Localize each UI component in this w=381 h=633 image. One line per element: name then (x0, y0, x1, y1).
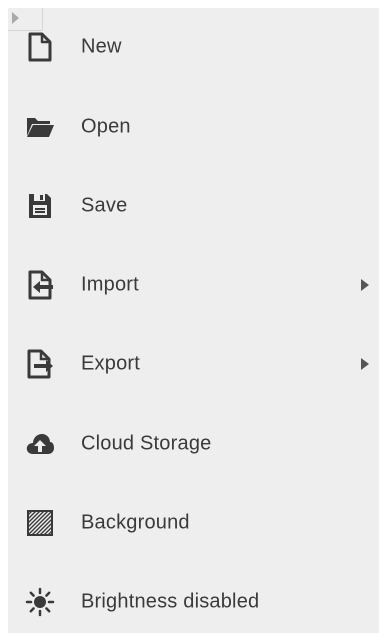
import-icon (25, 270, 55, 300)
menu-item-label: New (81, 35, 122, 58)
menu-item-save[interactable]: Save (8, 176, 379, 236)
menu-item-cloud-storage[interactable]: Cloud Storage (8, 414, 379, 474)
save-icon (25, 191, 55, 221)
menu-item-background[interactable]: Background (8, 493, 379, 553)
menu-item-import[interactable]: Import (8, 255, 379, 315)
menu-item-label: Open (81, 115, 131, 138)
brightness-icon (25, 587, 55, 617)
menu-item-label: Export (81, 352, 141, 375)
menu-item-open[interactable]: Open (8, 97, 379, 157)
menu-item-label: Import (81, 273, 139, 296)
menu-item-label: Cloud Storage (81, 432, 212, 455)
context-menu: New Open Save Import Export Cloud Storag… (8, 8, 379, 633)
menu-item-label: Save (81, 194, 128, 217)
menu-item-new[interactable]: New (8, 17, 379, 77)
folder-open-icon (25, 112, 55, 142)
menu-item-export[interactable]: Export (8, 334, 379, 394)
submenu-arrow-icon (361, 358, 369, 370)
new-file-icon (25, 32, 55, 62)
background-pattern-icon (25, 508, 55, 538)
export-icon (25, 349, 55, 379)
menu-item-label: Brightness disabled (81, 590, 260, 613)
menu-item-brightness-disabled[interactable]: Brightness disabled (8, 572, 379, 632)
cloud-upload-icon (25, 429, 55, 459)
menu-item-label: Background (81, 511, 190, 534)
submenu-arrow-icon (361, 279, 369, 291)
